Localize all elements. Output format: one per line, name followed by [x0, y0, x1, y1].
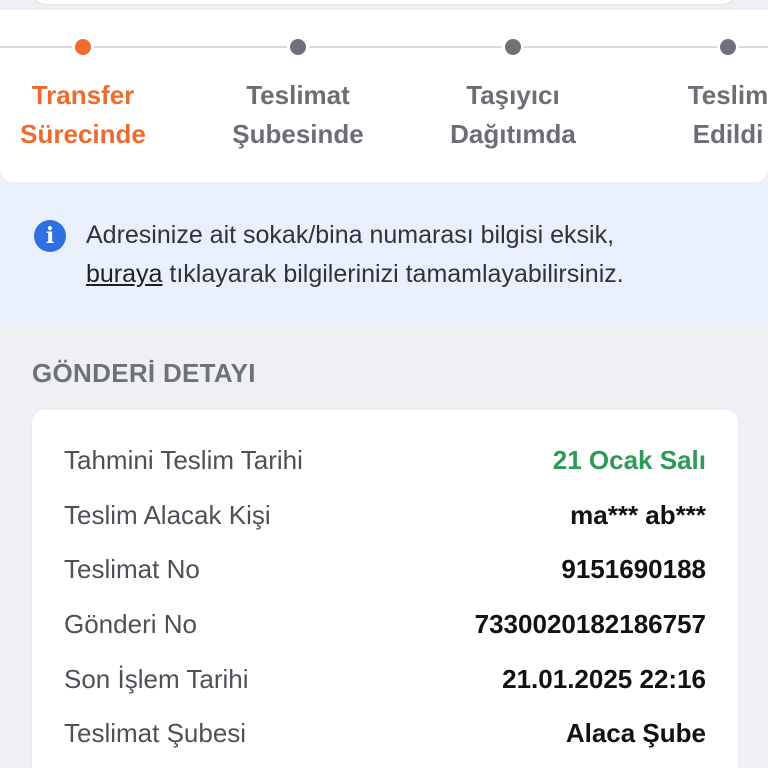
step-transfer: Transfer Sürecinde: [0, 36, 183, 154]
estimated-delivery-date: 21 Ocak Salı: [552, 444, 706, 475]
delivery-status-stepper: Transfer Sürecinde Teslimat Şubesinde Ta…: [0, 10, 768, 182]
step-delivered: Teslim Edildi: [628, 36, 768, 154]
shipment-tracking-page: Transfer Sürecinde Teslimat Şubesinde Ta…: [0, 0, 768, 768]
step-branch: Teslimat Şubesinde: [198, 36, 398, 154]
step-label: Taşıyıcı Dağıtımda: [450, 80, 576, 149]
detail-row-branch: Teslimat Şubesi Alaca Şube: [64, 713, 706, 753]
shipment-details-card: Tahmini Teslim Tarihi 21 Ocak Salı Tesli…: [32, 410, 738, 768]
step-label: Teslim Edildi: [687, 80, 768, 149]
detail-label: Teslimat No: [64, 553, 200, 584]
detail-label: Tahmini Teslim Tarihi: [64, 444, 303, 475]
step-dot: [502, 36, 524, 58]
detail-row-last-action: Son İşlem Tarihi 21.01.2025 22:16: [64, 659, 706, 699]
step-carrier: Taşıyıcı Dağıtımda: [413, 36, 613, 154]
detail-label: Gönderi No: [64, 608, 197, 639]
last-action-date: 21.01.2025 22:16: [502, 663, 706, 694]
complete-address-link[interactable]: buraya: [86, 260, 162, 288]
banner-text: Adresinize ait sokak/bina numarası bilgi…: [86, 221, 624, 288]
step-dot: [287, 36, 309, 58]
detail-label: Teslimat Şubesi: [64, 717, 247, 748]
delivery-number: 9151690188: [561, 553, 706, 584]
recipient-name: ma*** ab***: [570, 499, 706, 530]
step-label: Teslimat Şubesinde: [232, 80, 364, 149]
step-label: Transfer Sürecinde: [20, 80, 146, 149]
top-card-edge: [32, 0, 736, 4]
step-dot: [717, 36, 739, 58]
detail-row-estimated-date: Tahmini Teslim Tarihi 21 Ocak Salı: [64, 440, 706, 480]
step-dot-active: [72, 36, 94, 58]
detail-label: Son İşlem Tarihi: [64, 663, 249, 694]
delivery-branch: Alaca Şube: [565, 717, 706, 748]
detail-row-shipment-no: Gönderi No 7330020182186757: [64, 604, 706, 644]
section-title: GÖNDERİ DETAYI: [32, 358, 256, 388]
info-icon: i: [34, 220, 66, 252]
detail-row-delivery-no: Teslimat No 9151690188: [64, 549, 706, 589]
detail-row-recipient: Teslim Alacak Kişi ma*** ab***: [64, 495, 706, 535]
address-missing-banner: i Adresinize ait sokak/bina numarası bil…: [0, 182, 768, 324]
shipment-number: 7330020182186757: [474, 608, 706, 639]
detail-label: Teslim Alacak Kişi: [64, 499, 271, 530]
